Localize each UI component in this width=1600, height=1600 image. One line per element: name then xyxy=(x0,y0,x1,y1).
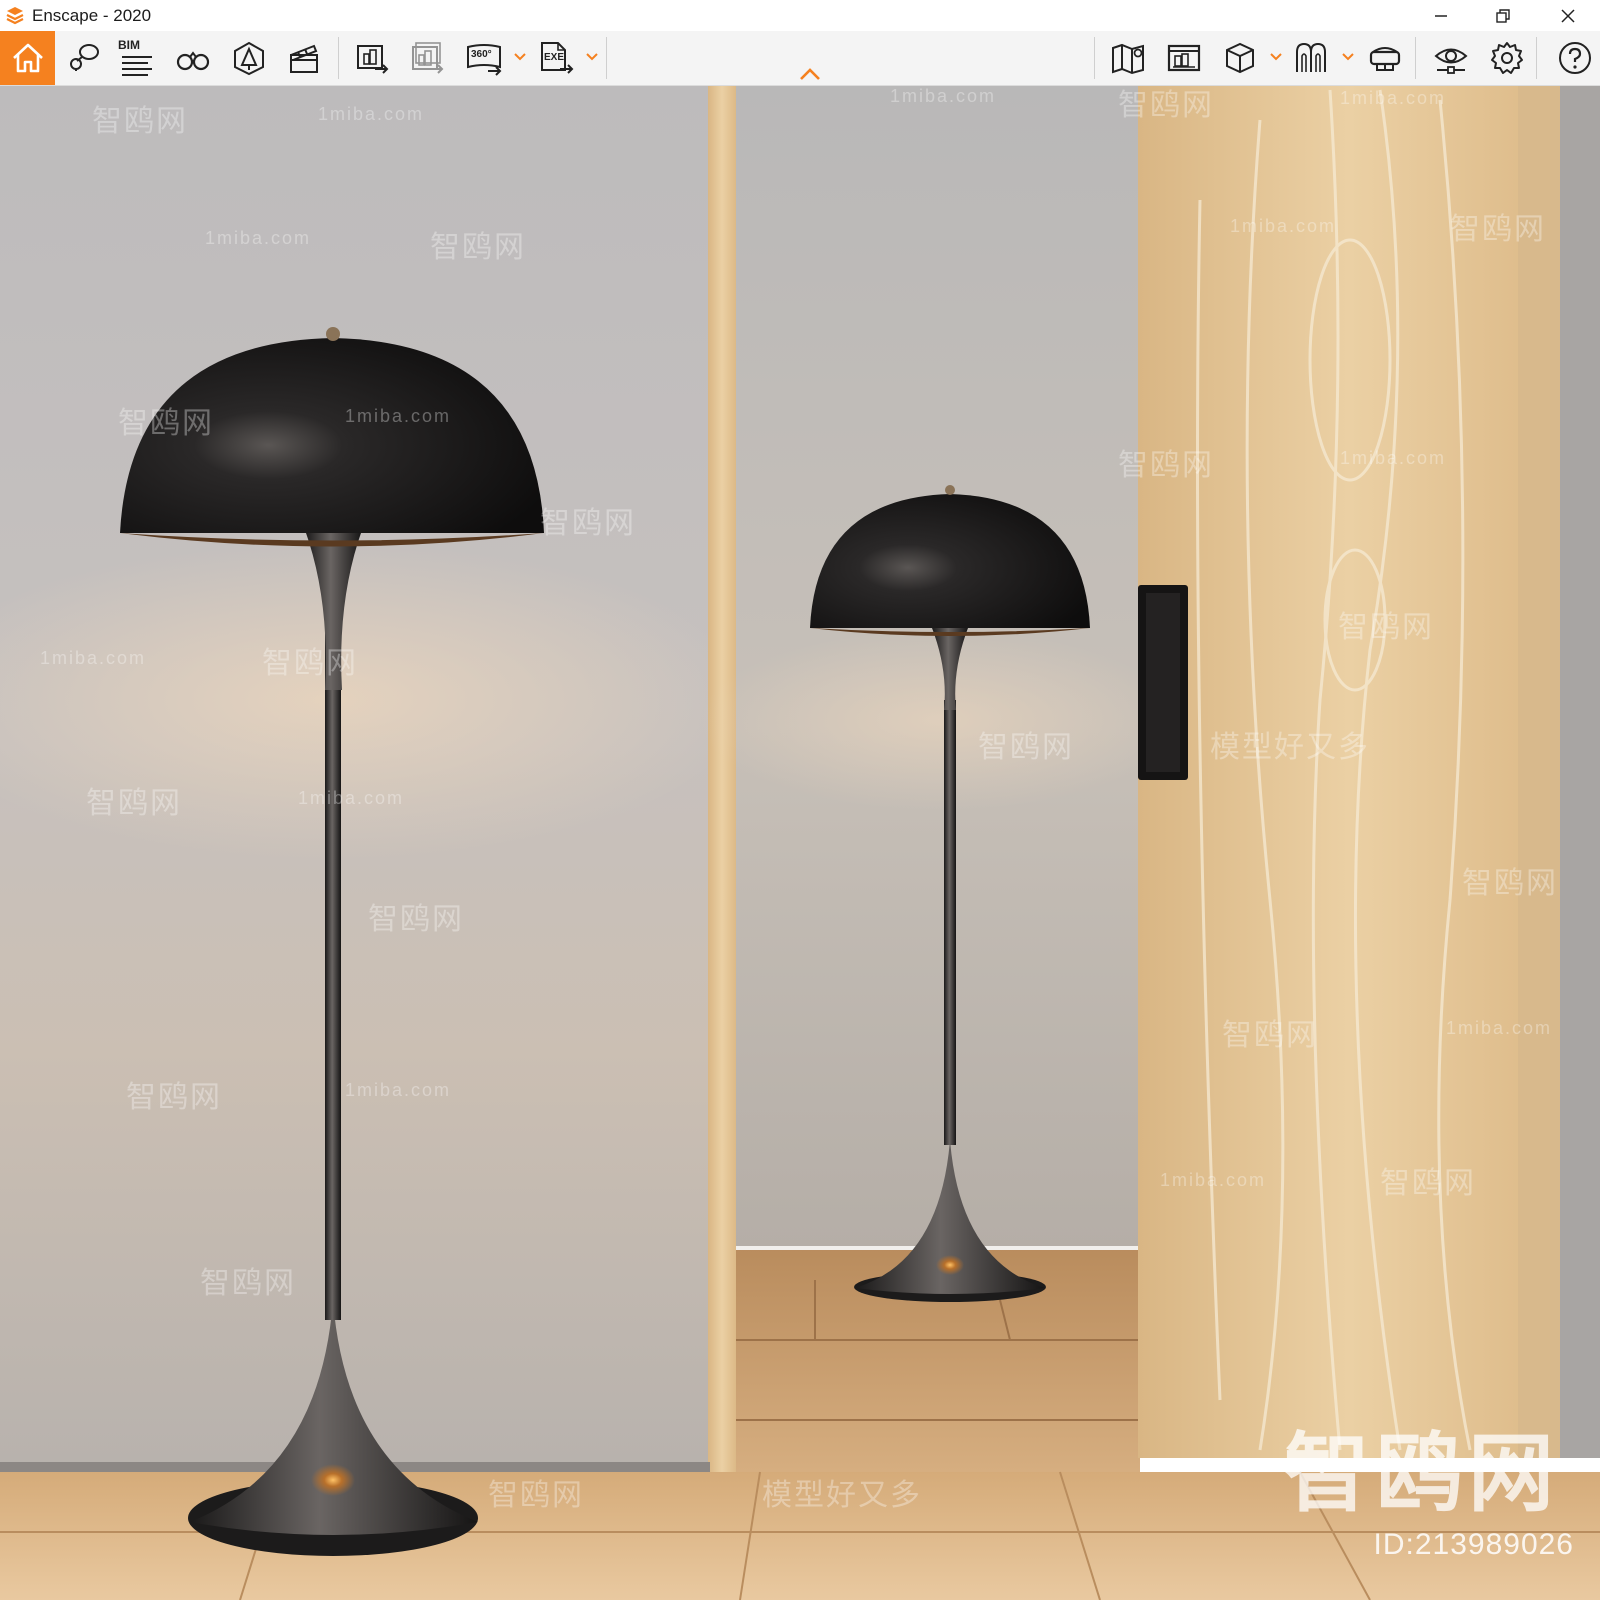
chevron-down-icon xyxy=(1270,53,1282,61)
help-button[interactable] xyxy=(1552,35,1598,81)
minimize-button[interactable] xyxy=(1418,0,1464,31)
chevron-down-icon xyxy=(514,53,526,61)
toolbar-separator xyxy=(1415,37,1416,79)
vr-headset-button[interactable] xyxy=(1362,35,1408,81)
view-mode-dropdown[interactable] xyxy=(1269,50,1283,64)
close-button[interactable] xyxy=(1545,0,1591,31)
restore-button[interactable] xyxy=(1480,0,1526,31)
web-standalone-button[interactable] xyxy=(1161,35,1207,81)
map-button[interactable] xyxy=(1105,35,1151,81)
map-icon xyxy=(1112,43,1144,75)
toolbar-separator xyxy=(1536,37,1537,79)
title-bar: Enscape - 2020 xyxy=(0,0,1600,31)
visual-settings-button[interactable] xyxy=(1428,35,1474,81)
collaboration-icon xyxy=(1296,42,1326,72)
toolbar-collapse-chevron-icon[interactable] xyxy=(798,66,822,82)
home-icon xyxy=(12,43,43,73)
chevron-down-icon xyxy=(586,53,598,61)
enscape-logo-icon xyxy=(6,7,24,25)
watermark-id: ID:213989026 xyxy=(1373,1528,1574,1561)
bim-list-icon xyxy=(122,56,152,76)
collaboration-dropdown[interactable] xyxy=(1341,50,1355,64)
chevron-down-icon xyxy=(1342,53,1354,61)
cube-icon xyxy=(1226,42,1254,74)
toolbar-separator xyxy=(606,37,607,79)
window-title: Enscape - 2020 xyxy=(32,6,152,25)
export-exe-label: EXE xyxy=(544,52,565,63)
orthographic-button[interactable] xyxy=(170,35,216,81)
batch-render-icon xyxy=(412,42,444,74)
views-pin-icon xyxy=(70,44,99,71)
restore-icon xyxy=(1496,8,1510,23)
minimize-icon xyxy=(1435,14,1447,17)
panorama-dropdown[interactable] xyxy=(513,50,527,64)
export-exe-button[interactable]: EXE xyxy=(533,35,579,81)
toolbar-separator xyxy=(1094,37,1095,79)
visual-settings-icon xyxy=(1434,48,1468,74)
export-dropdown[interactable] xyxy=(585,50,599,64)
vr-headset-icon xyxy=(1369,47,1401,71)
view-mode-button[interactable] xyxy=(1217,35,1263,81)
panorama-360-label: 360° xyxy=(471,49,492,60)
video-editor-button[interactable] xyxy=(281,35,327,81)
toolbar-separator xyxy=(338,37,339,79)
views-button[interactable] xyxy=(60,35,106,81)
render-viewport[interactable]: 智鸥网 1miba.com 1miba.com 智鸥网 智鸥网 1miba.co… xyxy=(0,86,1600,1600)
collaboration-button[interactable] xyxy=(1288,35,1334,81)
web-standalone-icon xyxy=(1167,44,1201,72)
bim-button[interactable]: BIM xyxy=(113,35,159,81)
binoculars-icon xyxy=(176,51,210,71)
batch-render-button[interactable] xyxy=(405,35,451,81)
scene-render xyxy=(0,86,1600,1600)
help-icon xyxy=(1559,42,1591,74)
panorama-button[interactable]: 360° xyxy=(461,35,507,81)
render-image-button[interactable] xyxy=(350,35,396,81)
render-image-icon xyxy=(357,45,389,74)
video-editor-icon xyxy=(290,44,318,73)
settings-button[interactable] xyxy=(1484,35,1530,81)
close-icon xyxy=(1561,8,1575,23)
home-button[interactable] xyxy=(0,31,55,85)
asset-library-button[interactable] xyxy=(226,35,272,81)
settings-gear-icon xyxy=(1491,42,1523,74)
asset-library-icon xyxy=(234,41,264,76)
watermark-logo: 智鸥网 xyxy=(1284,1426,1560,1522)
